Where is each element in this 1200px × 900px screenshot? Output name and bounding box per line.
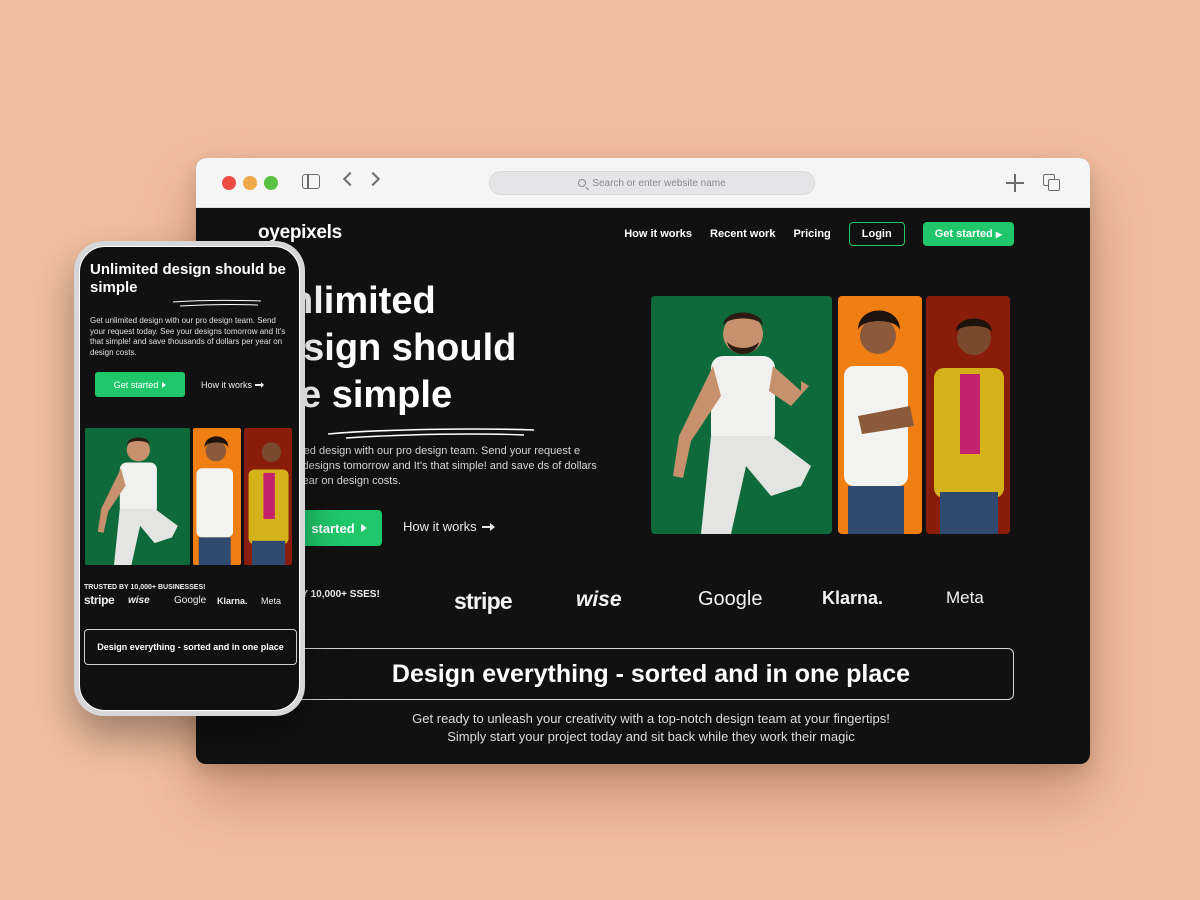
- phone-sorted-heading: Design everything - sorted and in one pl…: [97, 641, 284, 652]
- search-icon: [578, 179, 587, 187]
- address-bar[interactable]: Search or enter website name: [489, 171, 815, 195]
- underline-scribble-icon: [327, 428, 535, 439]
- browser-toolbar: Search or enter website name: [196, 158, 1090, 208]
- phone-brand-logo-meta: Meta: [261, 596, 282, 606]
- maximize-window-button[interactable]: [264, 176, 278, 190]
- hero-title-line: e simple: [300, 374, 453, 416]
- phone-brand-logo-google: Google: [174, 595, 207, 606]
- main-nav: How it works Recent work Pricing Login G…: [624, 222, 1014, 246]
- phone-photo-orange: [193, 428, 241, 565]
- hero-title: nlimited esign should e simple: [276, 278, 516, 419]
- phone-trusted-by-label: TRUSTED BY 10,000+ BUSINESSES!: [84, 584, 206, 591]
- section-subtext: Get ready to unleash your creativity wit…: [288, 710, 1014, 746]
- phone-screen: Unlimited design should be simple Get un…: [79, 246, 300, 711]
- play-icon: [360, 524, 367, 532]
- brand-logo-google: Google: [698, 588, 763, 610]
- tab-overview-icon[interactable]: [1043, 174, 1060, 191]
- subtext-line: Get ready to unleash your creativity wit…: [412, 711, 890, 726]
- website-content: oyepixels How it works Recent work Prici…: [196, 208, 1090, 764]
- sidebar-toggle-icon[interactable]: [302, 174, 320, 189]
- hero-photo-orange: [838, 296, 922, 534]
- hero-title-line: esign should: [282, 327, 517, 369]
- nav-get-started-label: Get started: [934, 228, 993, 240]
- brand-logo-wise: wise: [576, 588, 622, 611]
- address-placeholder: Search or enter website name: [592, 177, 726, 189]
- arrow-right-icon: [255, 382, 265, 388]
- phone-hero-description: Get unlimited design with our pro design…: [90, 316, 286, 357]
- hero-photo-green: [651, 296, 832, 534]
- phone-hero-title: Unlimited design should be simple: [90, 261, 286, 296]
- back-icon[interactable]: [342, 171, 358, 187]
- phone-how-label: How it works: [201, 380, 253, 390]
- nav-how-it-works[interactable]: How it works: [624, 228, 692, 240]
- phone-brand-logo-stripe: stripe: [84, 593, 115, 607]
- phone-get-started-button[interactable]: Get started: [95, 372, 185, 397]
- phone-brand-logo-wise: wise: [128, 595, 150, 606]
- phone-photo-green: [85, 428, 190, 565]
- nav-recent-work[interactable]: Recent work: [710, 228, 775, 240]
- brand-logo-stripe: stripe: [454, 588, 513, 614]
- brand-logo-meta: Meta: [946, 588, 984, 607]
- new-tab-icon[interactable]: [1006, 174, 1024, 192]
- phone-brand-logo-klarna: Klarna.: [217, 596, 248, 606]
- hero-title-line: nlimited: [290, 280, 436, 322]
- phone-how-it-works-link[interactable]: How it works: [201, 380, 265, 390]
- hero-photo-red: [926, 296, 1010, 534]
- phone-mockup: Unlimited design should be simple Get un…: [74, 241, 305, 716]
- close-window-button[interactable]: [222, 176, 236, 190]
- brand-logo-klarna: Klarna.: [822, 588, 884, 608]
- browser-window: Search or enter website name oyepixels H…: [196, 158, 1090, 764]
- forward-icon[interactable]: [365, 171, 381, 187]
- hero-how-label: How it works: [403, 519, 477, 534]
- arrow-right-icon: [481, 522, 495, 531]
- phone-cta-label: Get started: [113, 379, 159, 390]
- login-button[interactable]: Login: [848, 222, 905, 246]
- hero-description: nlimited design with our pro design team…: [278, 445, 597, 487]
- hero-how-it-works-link[interactable]: How it works: [403, 519, 495, 534]
- subtext-line: Simply start your project today and sit …: [447, 729, 855, 744]
- hero-cta-label: started: [311, 520, 355, 536]
- underline-scribble-icon: [172, 299, 262, 307]
- nav-pricing[interactable]: Pricing: [793, 228, 830, 240]
- play-icon: [162, 381, 167, 388]
- phone-photo-red: [244, 428, 292, 565]
- nav-get-started-button[interactable]: Get started ▶: [922, 222, 1014, 246]
- play-icon: ▶: [995, 230, 1002, 239]
- phone-sorted-heading-box: Design everything - sorted and in one pl…: [84, 629, 297, 665]
- sorted-heading: Design everything - sorted and in one pl…: [391, 659, 911, 688]
- minimize-window-button[interactable]: [243, 176, 257, 190]
- sorted-heading-box: Design everything - sorted and in one pl…: [288, 648, 1014, 700]
